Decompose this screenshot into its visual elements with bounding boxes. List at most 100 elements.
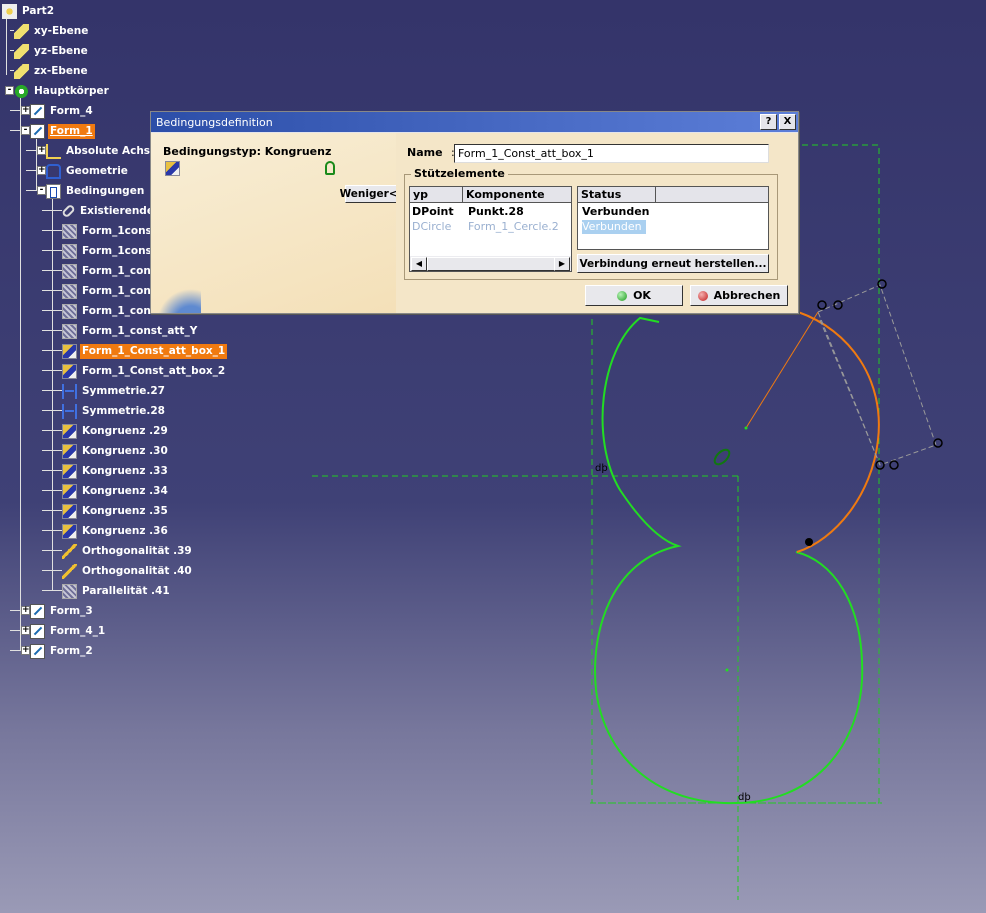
close-button[interactable]: X <box>779 114 796 130</box>
lock-icon <box>325 161 335 175</box>
congruence-icon <box>62 483 77 499</box>
tree-item[interactable]: Existierende <box>61 202 156 220</box>
scroll-right-icon[interactable]: ▶ <box>554 257 570 271</box>
tree-item-label: Form_1_cons <box>82 264 158 277</box>
tree-item[interactable]: Form_1cons <box>62 222 154 240</box>
tree-item[interactable]: Kongruenz .36 <box>62 522 170 540</box>
tree-item[interactable]: Kongruenz .33 <box>62 462 170 480</box>
tree-item[interactable]: Hauptkörper <box>14 82 111 100</box>
tree-item[interactable]: Form_1_con <box>62 282 153 300</box>
tree-item[interactable]: Orthogonalität .39 <box>62 542 194 560</box>
tree-item-label: Form_3 <box>50 604 93 617</box>
tree-item-label: Form_4_1 <box>50 624 106 637</box>
column-status[interactable]: Status <box>578 187 656 203</box>
tree-item[interactable]: xy-Ebene <box>14 22 90 40</box>
tree-item[interactable]: Symmetrie.27 <box>62 382 167 400</box>
tree-item[interactable]: Form_1_Const_att_box_1 <box>62 342 228 360</box>
status-list[interactable]: Status Verbunden Verbunden <box>577 186 769 250</box>
tree-item-label: Form_1 <box>48 123 95 139</box>
tree-item-label: Kongruenz .33 <box>82 464 168 477</box>
row-1-status[interactable]: Verbunden <box>582 205 650 219</box>
congruence-icon <box>62 503 77 519</box>
tree-item[interactable]: Kongruenz .29 <box>62 422 170 440</box>
tree-item[interactable]: Form_1_Const_att_box_2 <box>62 362 227 380</box>
parallelism-icon <box>62 583 77 599</box>
cancel-button[interactable]: Abbrechen <box>690 285 788 306</box>
tree-item-label: Parallelität .41 <box>82 584 170 597</box>
support-elements-group: Stützelemente yp Komponente DPoint Punkt… <box>404 167 778 280</box>
tree-item[interactable]: Kongruenz .30 <box>62 442 170 460</box>
tree-item[interactable]: Bedingungen <box>46 182 146 200</box>
body-icon <box>14 83 29 99</box>
tree-item[interactable]: zx-Ebene <box>14 62 90 80</box>
scroll-thumb[interactable] <box>427 257 561 271</box>
row-1-type[interactable]: DPoint <box>412 205 454 219</box>
column-type[interactable]: yp <box>410 187 463 203</box>
row-2-status[interactable]: Verbunden <box>582 220 646 234</box>
row-1-component[interactable]: Punkt.28 <box>468 205 524 219</box>
tree-item[interactable]: Form_1cons <box>62 242 154 260</box>
tree-connector <box>20 90 21 650</box>
tree-connector <box>42 390 62 391</box>
column-component[interactable]: Komponente <box>463 187 571 203</box>
name-input[interactable] <box>454 144 769 163</box>
tree-item[interactable]: Form_1_cons <box>62 262 159 280</box>
column-empty <box>656 187 768 203</box>
help-button[interactable]: ? <box>760 114 777 130</box>
tree-item[interactable]: Form_2 <box>30 642 95 660</box>
tree-item-label: zx-Ebene <box>34 64 88 77</box>
tree-item[interactable]: Absolute Achse <box>46 142 159 160</box>
tree-item[interactable]: Form_3 <box>30 602 95 620</box>
sketch-icon <box>30 123 45 139</box>
tree-item[interactable]: Part2 <box>2 2 56 20</box>
expand-icon[interactable]: + <box>37 166 46 175</box>
less-button[interactable]: Weniger<< <box>340 185 406 203</box>
tree-item[interactable]: Kongruenz .35 <box>62 502 170 520</box>
expand-icon[interactable]: + <box>21 626 30 635</box>
tree-item[interactable]: Form_4_1 <box>30 622 107 640</box>
tree-item-label: Kongruenz .35 <box>82 504 168 517</box>
tree-item[interactable]: Form_1_con <box>62 302 153 320</box>
sketch-icon <box>30 623 45 639</box>
collapse-icon[interactable]: - <box>37 186 46 195</box>
constraint-icon <box>62 243 77 259</box>
row-2-component[interactable]: Form_1_Cercle.2 <box>468 220 559 234</box>
congruence-icon <box>62 523 77 539</box>
tree-item[interactable]: Symmetrie.28 <box>62 402 167 420</box>
reconnect-button[interactable]: Verbindung erneut herstellen... <box>577 254 769 273</box>
tree-item[interactable]: Geometrie <box>46 162 130 180</box>
tree-item[interactable]: Kongruenz .34 <box>62 482 170 500</box>
scroll-left-icon[interactable]: ◀ <box>411 257 427 271</box>
collapse-icon[interactable]: - <box>5 86 14 95</box>
tree-connector <box>42 250 62 251</box>
constraint-set-icon <box>46 183 61 199</box>
constraint-symbols: dþ dþ <box>595 279 943 803</box>
tree-connector <box>42 430 62 431</box>
ok-button[interactable]: OK <box>585 285 683 306</box>
collapse-icon[interactable]: - <box>21 126 30 135</box>
tree-item[interactable]: Form_1_const_att_Y <box>62 322 199 340</box>
tree-item[interactable]: Orthogonalität .40 <box>62 562 194 580</box>
congruence-icon <box>165 161 180 176</box>
tree-item[interactable]: Parallelität .41 <box>62 582 172 600</box>
tree-item-label: Kongruenz .36 <box>82 524 168 537</box>
congruence-icon <box>62 343 77 359</box>
tree-connector <box>42 510 62 511</box>
tree-item-label: xy-Ebene <box>34 24 89 37</box>
dialog-titlebar[interactable]: Bedingungsdefinition ? X <box>151 112 798 132</box>
expand-icon[interactable]: + <box>21 606 30 615</box>
expand-icon[interactable]: + <box>21 106 30 115</box>
constraint-icon <box>62 283 77 299</box>
plane-icon <box>14 63 29 79</box>
components-list[interactable]: yp Komponente DPoint Punkt.28 DCircle Fo… <box>409 186 572 272</box>
tree-item[interactable]: Form_1 <box>30 122 95 140</box>
horizontal-scrollbar[interactable]: ◀ ▶ <box>410 256 571 271</box>
expand-icon[interactable]: + <box>37 146 46 155</box>
tree-connector <box>42 350 62 351</box>
expand-icon[interactable]: + <box>21 646 30 655</box>
sketch-profile[interactable] <box>594 316 864 805</box>
row-2-type[interactable]: DCircle <box>412 220 451 234</box>
tree-item[interactable]: Form_4 <box>30 102 95 120</box>
tree-item[interactable]: yz-Ebene <box>14 42 90 60</box>
left-panel: Bedingungstyp: Kongruenz Weniger<< <box>151 133 406 313</box>
